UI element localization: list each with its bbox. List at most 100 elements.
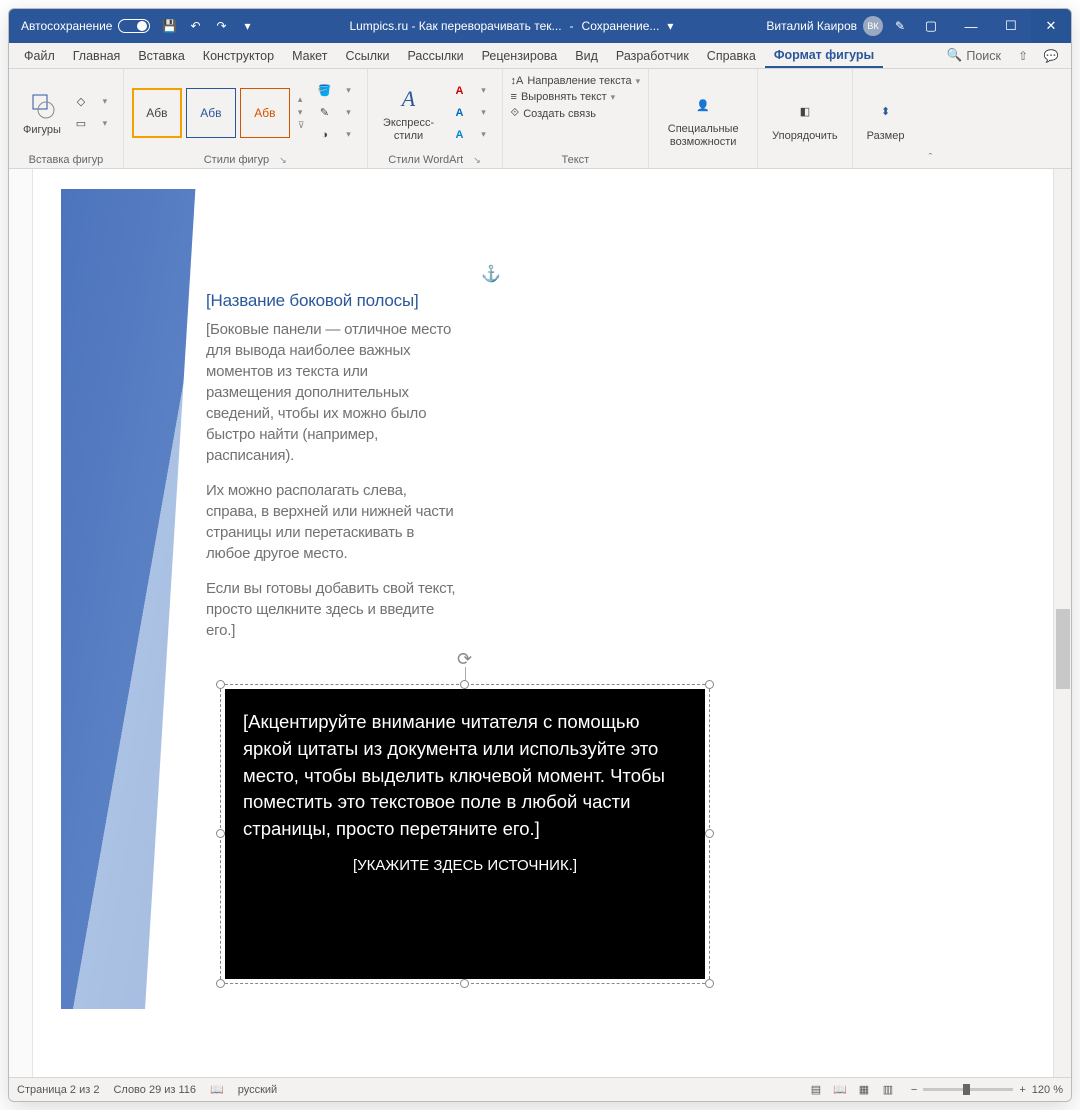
vertical-ruler: [9, 169, 33, 1077]
zoom-out-button[interactable]: −: [911, 1084, 917, 1096]
resize-handle[interactable]: [460, 680, 469, 689]
autosave[interactable]: Автосохранение: [21, 19, 150, 33]
tab-insert[interactable]: Вставка: [129, 45, 193, 67]
app-window: Автосохранение 💾 ↶ ↷ ▾ Lumpics.ru - Как …: [8, 8, 1072, 1102]
size-button[interactable]: ⬍ Размер: [861, 92, 911, 146]
arrange-button[interactable]: ◧ Упорядочить: [766, 92, 843, 146]
comments-button[interactable]: 💬: [1039, 46, 1063, 66]
resize-handle[interactable]: [460, 979, 469, 988]
tab-home[interactable]: Главная: [64, 45, 130, 67]
group-insert-shapes: Фигуры ◇▾ ▭▾ Вставка фигур: [9, 69, 124, 168]
spellcheck-icon[interactable]: 📖: [210, 1083, 224, 1096]
group-label-wordart: Стили WordArt: [388, 154, 463, 166]
resize-handle[interactable]: [216, 829, 225, 838]
drawing-icon[interactable]: ✎: [889, 19, 911, 33]
word-count[interactable]: Слово 29 из 116: [113, 1084, 196, 1096]
undo-icon[interactable]: ↶: [186, 17, 204, 35]
edit-shape-icon[interactable]: ◇: [71, 93, 91, 111]
tab-developer[interactable]: Разработчик: [607, 45, 698, 67]
resize-handle[interactable]: [216, 979, 225, 988]
print-layout-icon[interactable]: ▦: [855, 1082, 873, 1098]
create-link-button[interactable]: ⟐Создать связь: [511, 105, 641, 122]
blue-sidebar-shape[interactable]: [61, 189, 201, 1009]
shape-style-2[interactable]: Абв: [186, 88, 236, 138]
tab-design[interactable]: Конструктор: [194, 45, 283, 67]
text-outline-icon[interactable]: A: [450, 104, 470, 122]
text-fill-icon[interactable]: A: [450, 82, 470, 100]
tab-view[interactable]: Вид: [566, 45, 607, 67]
search-box[interactable]: 🔍Поиск: [947, 48, 1001, 63]
tab-review[interactable]: Рецензирова: [473, 45, 567, 67]
resize-handle[interactable]: [705, 829, 714, 838]
user-account[interactable]: Виталий Каиров ВК: [766, 16, 883, 36]
resize-handle[interactable]: [216, 680, 225, 689]
sidebar-paragraph-3: Если вы готовы добавить свой текст, прос…: [206, 578, 456, 641]
maximize-button[interactable]: ☐: [991, 9, 1031, 43]
close-button[interactable]: ✕: [1031, 9, 1071, 43]
shape-outline-icon[interactable]: ✎: [315, 104, 335, 122]
vertical-scrollbar[interactable]: [1053, 169, 1071, 1077]
scroll-thumb[interactable]: [1056, 609, 1070, 689]
group-label-insert-shapes: Вставка фигур: [17, 152, 115, 166]
web-layout-icon[interactable]: ▥: [879, 1082, 897, 1098]
share-button[interactable]: ⇧: [1011, 46, 1035, 66]
text-direction-icon: ↕A: [511, 75, 524, 87]
express-styles-button[interactable]: A Экспресс-стили: [376, 79, 442, 145]
shape-fill-icon[interactable]: 🪣: [315, 82, 335, 100]
selection-frame[interactable]: [220, 684, 710, 984]
anchor-icon[interactable]: ⚓: [481, 264, 501, 284]
document-area: ⚓ [Название боковой полосы] [Боковые пан…: [9, 169, 1071, 1077]
sidebar-text-block[interactable]: [Название боковой полосы] [Боковые панел…: [206, 289, 456, 655]
save-icon[interactable]: 💾: [160, 17, 178, 35]
align-text-button[interactable]: ≡Выровнять текст▾: [511, 89, 641, 105]
tab-help[interactable]: Справка: [698, 45, 765, 67]
tab-layout[interactable]: Макет: [283, 45, 336, 67]
focus-mode-icon[interactable]: ▤: [807, 1082, 825, 1098]
language[interactable]: русский: [238, 1084, 277, 1096]
shape-style-3[interactable]: Абв: [240, 88, 290, 138]
group-size: ⬍ Размер: [853, 69, 919, 168]
text-box-icon[interactable]: ▭: [71, 115, 91, 133]
collapse-ribbon-icon[interactable]: ˆ: [918, 69, 942, 168]
dialog-launcher-icon[interactable]: ↘: [473, 155, 481, 166]
zoom-in-button[interactable]: +: [1019, 1084, 1025, 1096]
shapes-button[interactable]: Фигуры: [17, 86, 67, 140]
autosave-toggle[interactable]: [118, 19, 150, 33]
redo-icon[interactable]: ↷: [212, 17, 230, 35]
tab-references[interactable]: Ссылки: [336, 45, 398, 67]
tab-file[interactable]: Файл: [15, 45, 64, 67]
shape-effects-icon[interactable]: ◑: [315, 126, 335, 144]
page-viewport[interactable]: ⚓ [Название боковой полосы] [Боковые пан…: [33, 169, 1053, 1077]
saving-status: Сохранение...: [582, 19, 660, 33]
sidebar-paragraph-2: Их можно располагать слева, справа, в ве…: [206, 480, 456, 564]
group-shape-styles: Абв Абв Абв ▴ ▾ ⊽ 🪣▾ ✎▾ ◑▾ Стили фигур↘: [124, 69, 368, 168]
zoom-slider[interactable]: [923, 1088, 1013, 1091]
group-wordart-styles: A Экспресс-стили A▾ A▾ A▾ Стили WordArt↘: [368, 69, 503, 168]
group-accessibility: 👤 Специальные возможности: [649, 69, 758, 168]
align-text-icon: ≡: [511, 91, 517, 103]
minimize-button[interactable]: —: [951, 9, 991, 43]
accessibility-button[interactable]: 👤 Специальные возможности: [657, 85, 749, 151]
text-effects-icon[interactable]: A: [450, 126, 470, 144]
tab-shape-format[interactable]: Формат фигуры: [765, 44, 883, 68]
read-mode-icon[interactable]: 📖: [831, 1082, 849, 1098]
resize-handle[interactable]: [705, 979, 714, 988]
text-direction-button[interactable]: ↕AНаправление текста▾: [511, 73, 641, 89]
doc-name: Lumpics.ru - Как переворачивать тек...: [349, 19, 561, 33]
dialog-launcher-icon[interactable]: ↘: [279, 155, 287, 166]
styles-more-icon[interactable]: ▴: [298, 94, 305, 105]
user-avatar: ВК: [863, 16, 883, 36]
ribbon: Фигуры ◇▾ ▭▾ Вставка фигур Абв Абв Абв ▴…: [9, 69, 1071, 169]
tab-mailings[interactable]: Рассылки: [398, 45, 472, 67]
group-label-shape-styles: Стили фигур: [204, 154, 269, 166]
zoom-control: − + 120 %: [911, 1084, 1063, 1096]
resize-handle[interactable]: [705, 680, 714, 689]
qat-dropdown-icon[interactable]: ▾: [238, 17, 256, 35]
ribbon-tabs: Файл Главная Вставка Конструктор Макет С…: [9, 43, 1071, 69]
search-icon: 🔍: [947, 48, 963, 63]
zoom-value[interactable]: 120 %: [1032, 1084, 1063, 1096]
page-count[interactable]: Страница 2 из 2: [17, 1084, 99, 1096]
ribbon-options-icon[interactable]: ▢: [911, 9, 951, 43]
document-title: Lumpics.ru - Как переворачивать тек... -…: [256, 19, 766, 33]
shape-style-1[interactable]: Абв: [132, 88, 182, 138]
